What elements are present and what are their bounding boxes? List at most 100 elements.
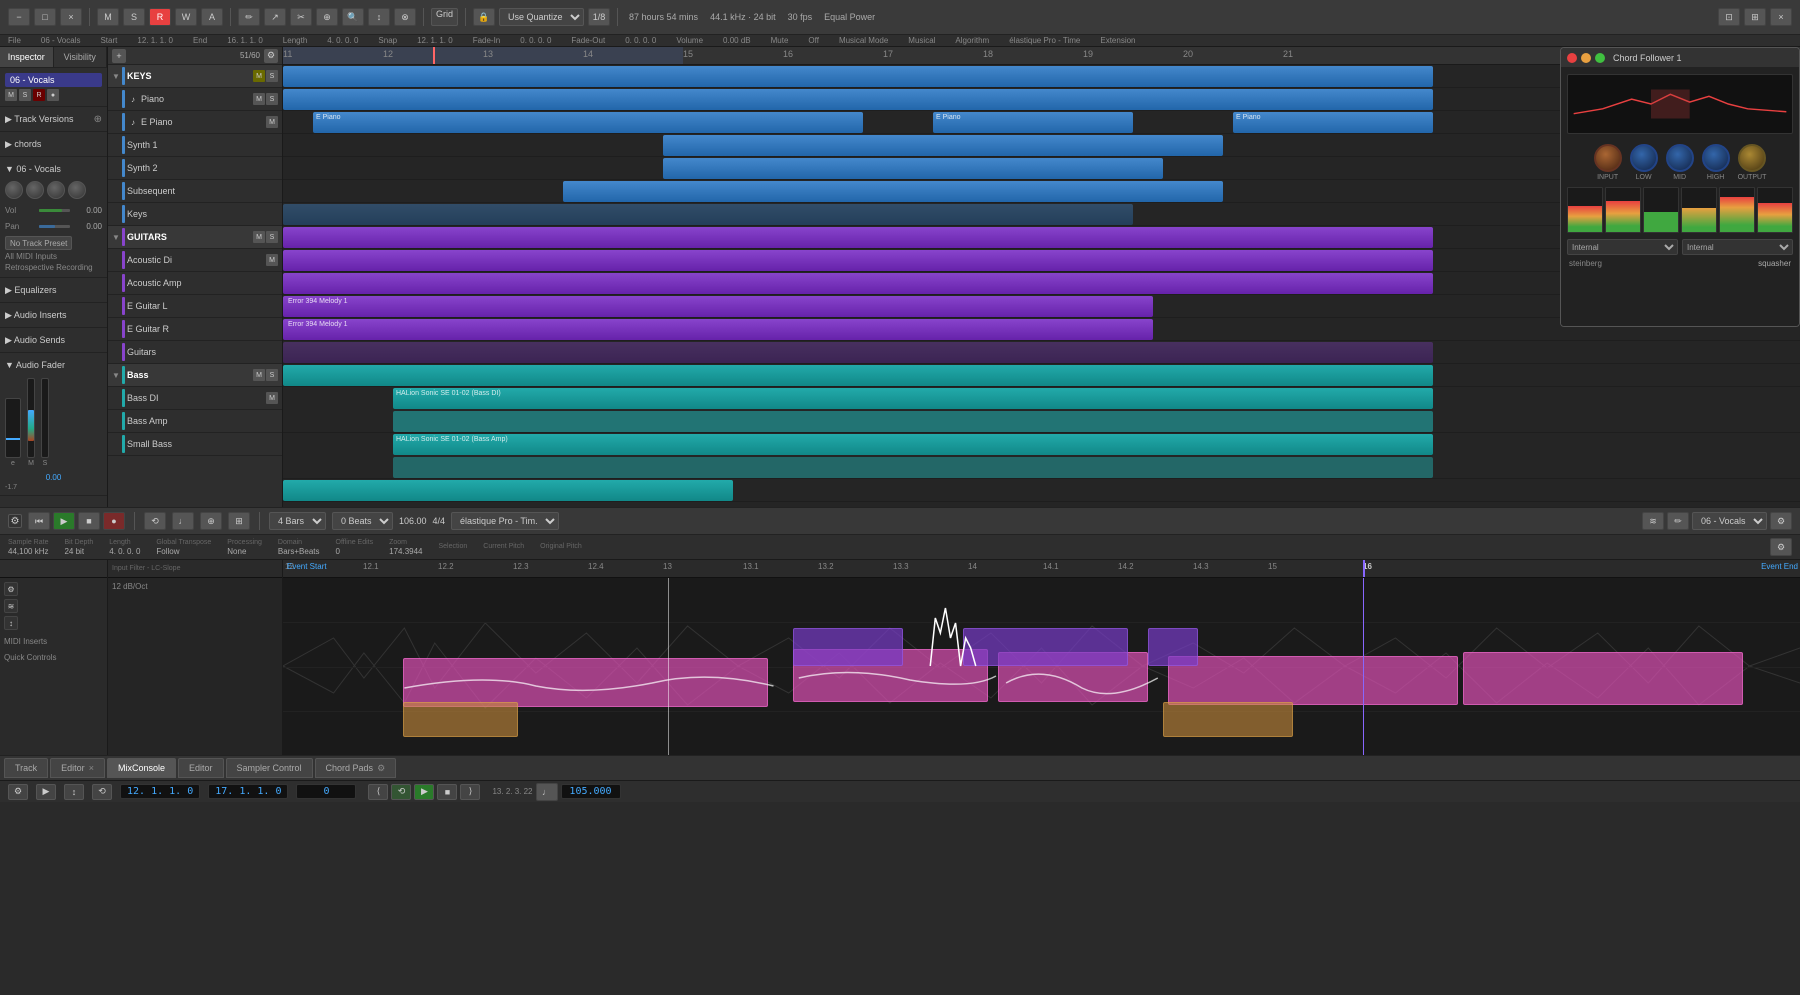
vocals-fader-header[interactable]: ▼ 06 - Vocals [5,160,102,178]
track-row-piano[interactable]: ♪ Piano M S [108,88,282,111]
arrange-area[interactable]: 11 12 13 14 15 16 17 18 19 20 21 [283,47,1800,507]
algo-dropdown[interactable]: élastique Pro - Tim. [451,512,559,530]
track-row-bass-amp[interactable]: Bass Amp [108,410,282,433]
track-row-acoustic-di[interactable]: Acoustic Di M [108,249,282,272]
clip-bass-di[interactable]: HALion Sonic SE 01-02 (Bass DI) [393,388,1433,409]
quantize-lock-btn[interactable]: 🔒 [473,8,495,26]
bars-dropdown[interactable]: 4 Bars [269,512,326,530]
plugin-knob-3[interactable] [1666,144,1694,172]
waveform-content[interactable] [283,578,1800,755]
track-rec-btn[interactable]: R [33,89,45,101]
track-row-keys-sub[interactable]: Keys [108,203,282,226]
track-settings-btn[interactable]: ⚙ [264,49,278,63]
editor-clip-pink-1[interactable] [403,658,768,708]
tab-sampler[interactable]: Sampler Control [226,758,313,778]
lower-info-gear[interactable]: ⚙ [1770,538,1792,556]
clip-epiano-1[interactable]: E Piano [313,112,863,133]
fold-guitars-btn[interactable]: ▼ [112,233,120,241]
punch-btn[interactable]: ⊕ [200,512,222,530]
fold-bass-btn[interactable]: ▼ [112,371,120,379]
btn-r[interactable]: R [149,8,171,26]
lower-track-dropdown[interactable]: 06 - Vocals [1692,512,1767,530]
mode-btn-6[interactable]: ↕ [368,8,390,26]
clip-eguitar-r[interactable]: Error 394 Melody 1 [283,319,1153,340]
status-back-btn[interactable]: ⟨ [368,784,388,800]
plugin-close-btn[interactable] [1567,53,1577,63]
track-monitor-btn[interactable]: ● [47,89,59,101]
record-btn[interactable]: ● [103,512,125,530]
clip-small-bass[interactable] [283,480,733,501]
quantize-value-btn[interactable]: 1/8 [588,8,610,26]
quantize-dropdown[interactable]: Use Quantize [499,8,584,26]
tab-mixconsole[interactable]: MixConsole [107,758,176,778]
clip-keys-sub[interactable] [283,204,1133,225]
inspector-track-name[interactable]: 06 - Vocals [5,73,102,87]
loop-btn[interactable]: ⟲ [144,512,166,530]
tab-chord-pads-settings[interactable]: ⚙ [377,763,385,774]
volume-slider-track[interactable] [39,209,70,212]
metronome-btn[interactable]: ♩ [172,512,194,530]
track-row-synth2[interactable]: Synth 2 [108,157,282,180]
clip-guitars-sub[interactable] [283,342,1433,363]
track-row-synth1[interactable]: Synth 1 [108,134,282,157]
editor-clip-pink-5[interactable] [1463,652,1743,705]
clip-bass-di-2[interactable] [393,411,1433,432]
bass-di-mute[interactable]: M [266,392,278,404]
audio-fader-header[interactable]: ▼ Audio Fader [5,356,102,374]
guitars-mute[interactable]: M [253,231,265,243]
clip-epiano-2[interactable]: E Piano [933,112,1133,133]
clip-keys-group[interactable] [283,66,1433,87]
lower-main-content[interactable]: 12 12.1 12.2 12.3 12.4 13 13.1 13.2 13.3… [283,560,1800,755]
status-stop-btn[interactable]: ■ [437,784,457,800]
pan-slider-track[interactable] [39,225,70,228]
fold-keys-btn[interactable]: ▼ [112,72,120,80]
add-track-btn[interactable]: + [112,49,126,63]
editor-clip-purple-1[interactable] [793,628,903,667]
plugin-output-dropdown[interactable]: Internal [1682,239,1793,255]
track-row-guitars[interactable]: ▼ GUITARS M S [108,226,282,249]
lower-left-btn-2[interactable]: ≋ [4,599,18,613]
plugin-input-dropdown[interactable]: Internal [1567,239,1678,255]
equalizers-header[interactable]: ▶ Equalizers [5,281,102,299]
knob-1[interactable] [5,181,23,199]
piano-solo[interactable]: S [266,93,278,105]
window-btn-2[interactable]: ⊞ [1744,8,1766,26]
lower-left-btn-3[interactable]: ↕ [4,616,18,630]
chords-header[interactable]: ▶ chords [5,135,102,153]
plugin-window[interactable]: Chord Follower 1 INP [1560,47,1800,327]
clip-synth1[interactable] [663,135,1223,156]
plugin-minimize-btn[interactable] [1581,53,1591,63]
track-row-eguitar-r[interactable]: E Guitar R [108,318,282,341]
clip-acoustic-di[interactable] [283,250,1433,271]
status-prev-btn[interactable]: ⚙ [8,784,28,800]
track-row-acoustic-amp[interactable]: Acoustic Amp [108,272,282,295]
track-versions-header[interactable]: ▶ Track Versions ⊕ [5,110,102,128]
knob-3[interactable] [47,181,65,199]
lower-left-btn-1[interactable]: ⚙ [4,582,18,596]
clip-bass-amp-2[interactable] [393,457,1433,478]
clip-epiano-3[interactable]: E Piano [1233,112,1433,133]
editor-clip-purple-2[interactable] [963,628,1128,667]
bass-mute[interactable]: M [253,369,265,381]
status-play-btn-2[interactable]: ↕ [64,784,84,800]
epiano-mute[interactable]: M [266,116,278,128]
btn-a[interactable]: A [201,8,223,26]
rewind-btn[interactable]: ⏮ [28,512,50,530]
plugin-knob-5[interactable] [1738,144,1766,172]
guitars-solo[interactable]: S [266,231,278,243]
lane-small-bass[interactable] [283,479,1800,502]
lower-gear-btn[interactable]: ⚙ [1770,512,1792,530]
btn-s[interactable]: S [123,8,145,26]
track-row-small-bass[interactable]: Small Bass [108,433,282,456]
piano-mute[interactable]: M [253,93,265,105]
knob-2[interactable] [26,181,44,199]
keys-solo[interactable]: S [266,70,278,82]
mode-btn-1[interactable]: ✏ [238,8,260,26]
grid-dropdown[interactable]: Grid [431,8,458,26]
clip-subsequent[interactable] [563,181,1223,202]
beats-dropdown[interactable]: 0 Beats [332,512,393,530]
status-loop-on-btn[interactable]: ⟲ [391,784,411,800]
plugin-knob-4[interactable] [1702,144,1730,172]
window-btn-3[interactable]: × [1770,8,1792,26]
audio-sends-header[interactable]: ▶ Audio Sends [5,331,102,349]
